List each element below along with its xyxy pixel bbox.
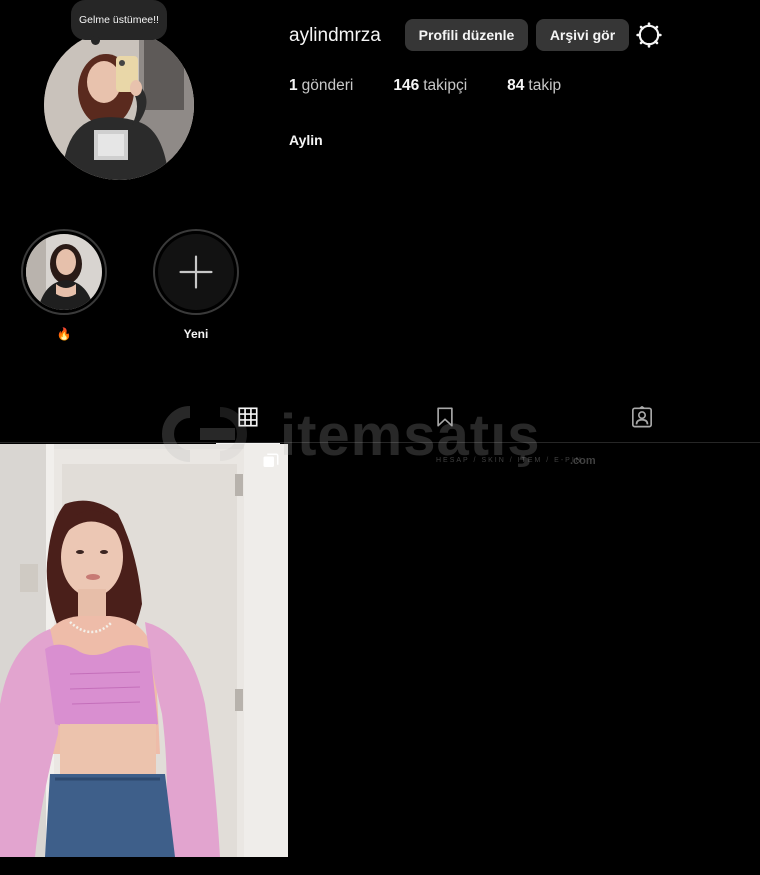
new-highlight-button[interactable]: Yeni [151, 229, 241, 341]
watermark-text: itemsatış [280, 403, 541, 468]
bookmark-icon [437, 407, 453, 427]
grid-icon [238, 407, 258, 427]
highlight-ring [153, 229, 239, 315]
profile-username: aylindmrza [289, 25, 381, 46]
followers-count: 146 [393, 77, 420, 94]
posts-label: gönderi [301, 77, 354, 94]
followers-stat[interactable]: 146 takipçi [393, 77, 467, 95]
highlight-thumbnail [26, 234, 102, 310]
profile-page: Gelme üstümee!! aylindmrza Profili düzen… [0, 0, 760, 875]
tagged-user-icon [632, 406, 652, 428]
new-highlight-label: Yeni [183, 327, 209, 341]
carousel-icon [263, 453, 279, 467]
watermark-domain: .com [570, 455, 596, 467]
post-thumbnail[interactable] [0, 444, 288, 857]
profile-avatar[interactable] [44, 30, 194, 180]
profile-note-text: Gelme üstümee!! [79, 14, 159, 26]
settings-gear-icon[interactable] [636, 22, 662, 48]
following-count: 84 [507, 77, 525, 94]
highlight-label: 🔥 [56, 327, 72, 341]
profile-note[interactable]: Gelme üstümee!! [71, 0, 167, 45]
profile-full-name: Aylin [289, 132, 323, 148]
posts-count: 1 [289, 77, 298, 94]
highlight-ring [21, 229, 107, 315]
tab-posts[interactable] [216, 406, 280, 444]
followers-label: takipçi [423, 77, 468, 94]
plus-icon [158, 234, 234, 310]
watermark-subtext: HESAP / SKIN / ITEM / E-PIN [436, 457, 583, 464]
following-stat[interactable]: 84 takip [507, 77, 561, 95]
story-highlight[interactable]: 🔥 [19, 229, 109, 341]
tab-saved[interactable] [413, 406, 477, 443]
profile-stats: 1 gönderi 146 takipçi 84 takip [289, 77, 601, 95]
view-archive-button[interactable]: Arşivi gör [536, 19, 629, 51]
posts-count-stat[interactable]: 1 gönderi [289, 77, 353, 95]
following-label: takip [528, 77, 562, 94]
edit-profile-button[interactable]: Profili düzenle [405, 19, 528, 51]
tab-tagged[interactable] [610, 406, 674, 443]
